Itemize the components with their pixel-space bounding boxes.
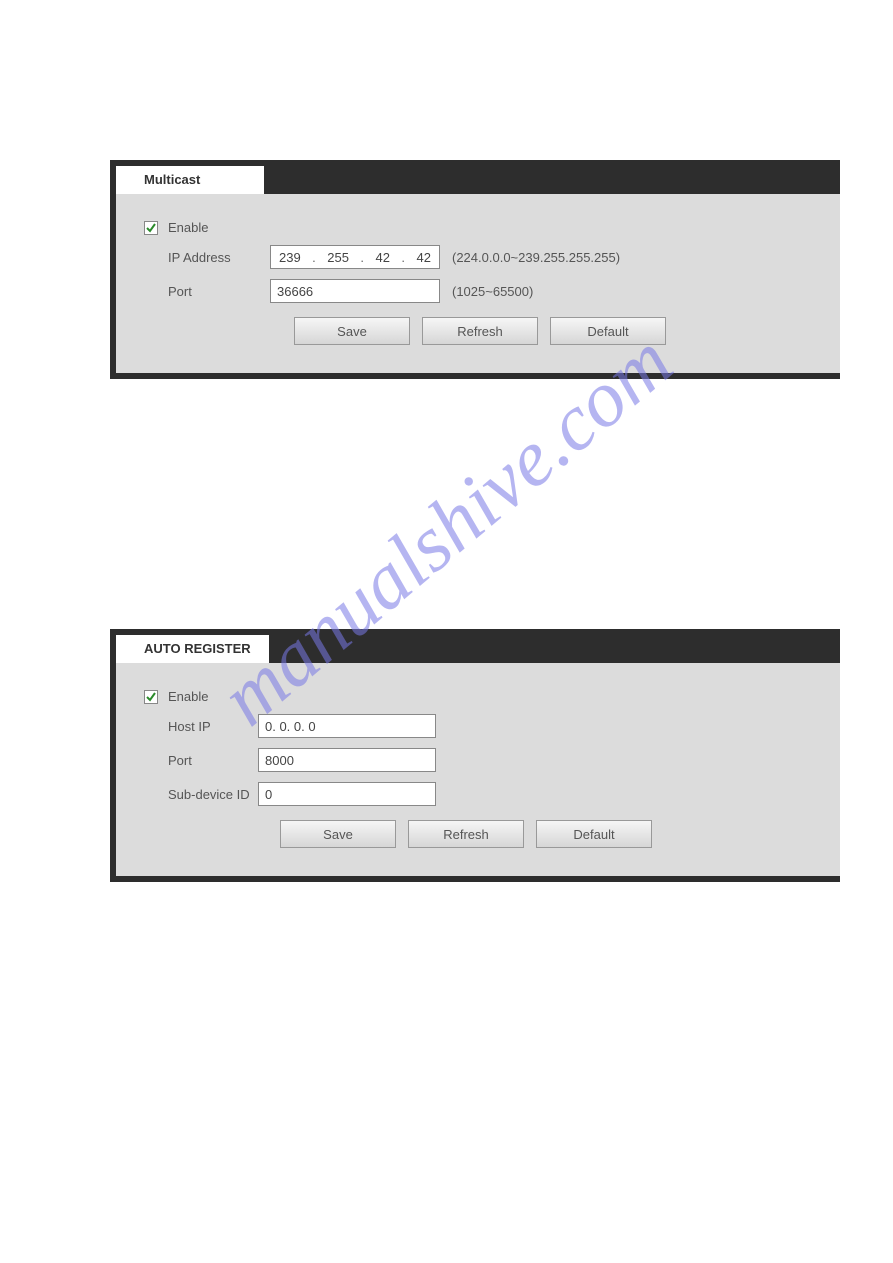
multicast-port-label: Port [144,284,270,299]
multicast-ip-input[interactable]: 239. 255. 42. 42 [270,245,440,269]
tab-multicast[interactable]: Multicast [116,166,264,194]
autoregister-panel: AUTO REGISTER Enable Host IP Port Sub-de… [110,629,840,882]
autoreg-hostip-row: Host IP [144,714,828,738]
dot-icon: . [360,250,364,265]
autoreg-subdev-row: Sub-device ID [144,782,828,806]
multicast-port-input[interactable] [270,279,440,303]
autoreg-button-row: Save Refresh Default [144,820,828,848]
multicast-enable-row: Enable [144,220,828,235]
multicast-port-row: Port (1025~65500) [144,279,828,303]
autoreg-subdev-input[interactable] [258,782,436,806]
multicast-panel: Multicast Enable IP Address 239. 255. 42… [110,160,840,379]
multicast-port-hint: (1025~65500) [452,284,533,299]
autoreg-port-input[interactable] [258,748,436,772]
autoreg-enable-label: Enable [168,689,208,704]
refresh-button[interactable]: Refresh [422,317,538,345]
dot-icon: . [312,250,316,265]
autoreg-hostip-input[interactable] [258,714,436,738]
ip-octet-2[interactable]: 42 [375,250,389,265]
default-button[interactable]: Default [536,820,652,848]
autoreg-subdev-label: Sub-device ID [144,787,258,802]
autoregister-header: AUTO REGISTER [116,635,840,663]
multicast-body: Enable IP Address 239. 255. 42. 42 (224.… [116,194,840,373]
multicast-header: Multicast [116,166,840,194]
multicast-button-row: Save Refresh Default [144,317,828,345]
autoreg-enable-row: Enable [144,689,828,704]
multicast-enable-checkbox[interactable] [144,221,158,235]
multicast-enable-label: Enable [168,220,208,235]
save-button[interactable]: Save [294,317,410,345]
dot-icon: . [401,250,405,265]
tab-autoregister[interactable]: AUTO REGISTER [116,635,269,663]
ip-octet-3[interactable]: 42 [416,250,430,265]
autoreg-enable-checkbox[interactable] [144,690,158,704]
autoreg-port-row: Port [144,748,828,772]
ip-octet-1[interactable]: 255 [327,250,349,265]
multicast-ip-hint: (224.0.0.0~239.255.255.255) [452,250,620,265]
autoreg-hostip-label: Host IP [144,719,258,734]
ip-octet-0[interactable]: 239 [279,250,301,265]
autoregister-body: Enable Host IP Port Sub-device ID Save R… [116,663,840,876]
autoreg-port-label: Port [144,753,258,768]
multicast-ip-label: IP Address [144,250,270,265]
save-button[interactable]: Save [280,820,396,848]
default-button[interactable]: Default [550,317,666,345]
refresh-button[interactable]: Refresh [408,820,524,848]
multicast-ip-row: IP Address 239. 255. 42. 42 (224.0.0.0~2… [144,245,828,269]
